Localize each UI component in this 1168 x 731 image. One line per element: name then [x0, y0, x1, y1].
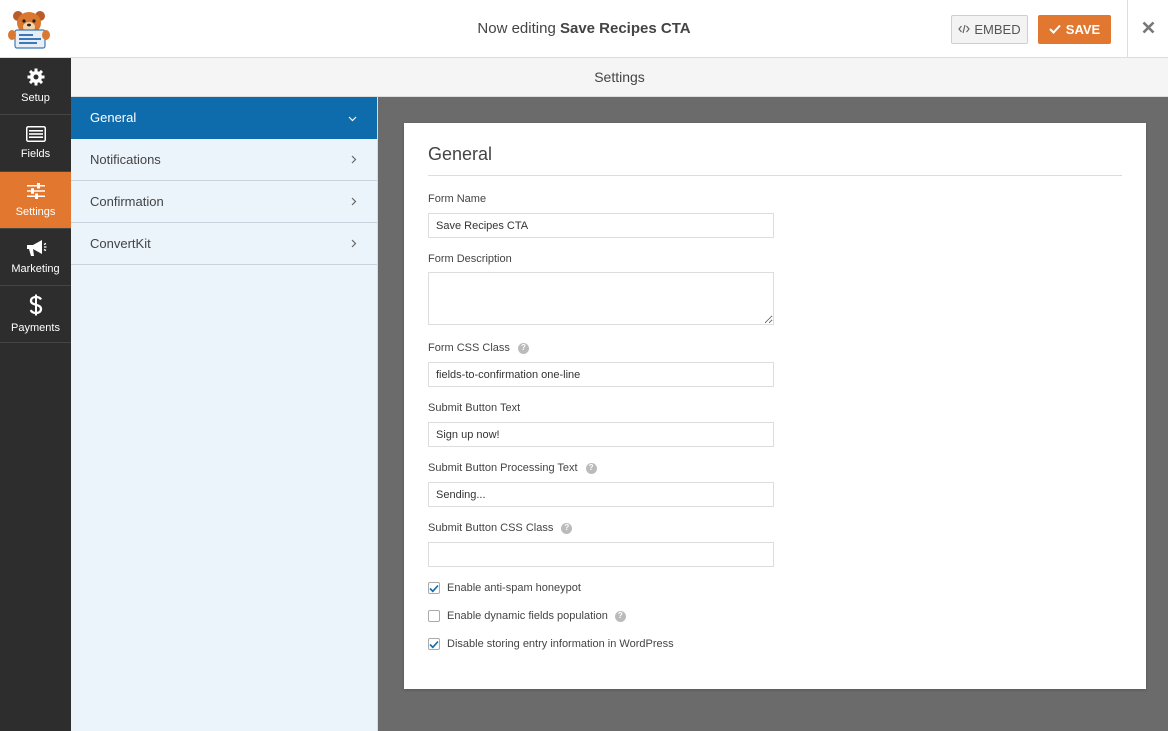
nav-item-fields[interactable]: Fields	[0, 115, 71, 172]
sliders-icon	[26, 182, 46, 200]
left-nav: Setup Fields Settings Marketing Payments	[0, 58, 71, 731]
chevron-right-icon	[351, 194, 357, 209]
form-name-input[interactable]	[428, 213, 774, 238]
nav-item-payments[interactable]: Payments	[0, 286, 71, 343]
dollar-icon	[29, 294, 43, 316]
honeypot-label: Enable anti-spam honeypot	[447, 582, 581, 594]
submit-button-text-input[interactable]	[428, 422, 774, 447]
panel-divider	[428, 175, 1122, 176]
subnav-item-confirmation[interactable]: Confirmation	[71, 181, 377, 223]
form-description-label-text: Form Description	[428, 253, 512, 265]
subnav-label-notifications: Notifications	[90, 152, 161, 167]
megaphone-icon	[25, 239, 47, 257]
form-css-class-input[interactable]	[428, 362, 774, 387]
settings-subnav: General Notifications Confirmation Conve…	[71, 97, 378, 731]
honeypot-option[interactable]: Enable anti-spam honeypot	[428, 582, 581, 594]
chevron-right-icon	[351, 236, 357, 251]
top-bar: Now editing Save Recipes CTA EMBED SAVE	[0, 0, 1168, 58]
form-name-label-text: Form Name	[428, 193, 487, 205]
nav-label-marketing: Marketing	[11, 263, 60, 275]
close-button[interactable]	[1127, 0, 1168, 58]
submit-css-class-label: Submit Button CSS Class ?	[428, 522, 573, 534]
embed-label: EMBED	[974, 22, 1021, 37]
settings-header: Settings	[71, 58, 1168, 97]
content-area: General Form Name Form Description Form …	[378, 97, 1168, 731]
submit-button-text-label-text: Submit Button Text	[428, 402, 521, 414]
help-icon[interactable]: ?	[561, 522, 573, 534]
subnav-item-notifications[interactable]: Notifications	[71, 139, 377, 181]
form-description-textarea[interactable]	[428, 272, 774, 325]
panel-title: General	[428, 144, 493, 164]
general-settings-panel: General Form Name Form Description Form …	[404, 123, 1146, 689]
submit-css-class-input[interactable]	[428, 542, 774, 567]
help-icon[interactable]: ?	[614, 610, 626, 622]
subnav-label-confirmation: Confirmation	[90, 194, 164, 209]
dynamic-fields-checkbox[interactable]	[428, 610, 440, 622]
submit-processing-text-label: Submit Button Processing Text ?	[428, 462, 597, 474]
form-name-title: Save Recipes CTA	[559, 20, 691, 37]
form-description-label: Form Description	[428, 253, 512, 265]
disable-storing-option[interactable]: Disable storing entry information in Wor…	[428, 638, 674, 650]
dynamic-fields-label: Enable dynamic fields population	[447, 610, 608, 622]
gear-icon	[27, 68, 45, 86]
nav-label-setup: Setup	[21, 92, 50, 104]
code-icon	[958, 22, 971, 37]
nav-item-marketing[interactable]: Marketing	[0, 229, 71, 286]
form-name-label: Form Name	[428, 193, 486, 205]
disable-storing-label: Disable storing entry information in Wor…	[447, 638, 674, 650]
help-icon[interactable]: ?	[517, 342, 529, 354]
disable-storing-checkbox[interactable]	[428, 638, 440, 650]
form-css-class-label: Form CSS Class ?	[428, 342, 529, 354]
nav-label-fields: Fields	[20, 148, 51, 160]
subnav-item-general[interactable]: General	[71, 97, 377, 139]
close-icon	[1142, 21, 1155, 37]
nav-item-setup[interactable]: Setup	[0, 58, 71, 115]
form-css-class-label-text: Form CSS Class	[428, 342, 510, 354]
submit-button-text-label: Submit Button Text	[428, 402, 520, 414]
checkmark-icon	[1049, 22, 1061, 37]
nav-label-payments: Payments	[11, 322, 60, 334]
subnav-item-convertkit[interactable]: ConvertKit	[71, 223, 377, 265]
nav-label-settings: Settings	[15, 206, 56, 218]
subnav-label-general: General	[90, 110, 137, 125]
help-icon[interactable]: ?	[585, 462, 597, 474]
nav-item-settings[interactable]: Settings	[0, 172, 71, 229]
save-button[interactable]: SAVE	[1038, 15, 1111, 44]
subnav-label-convertkit: ConvertKit	[90, 236, 151, 251]
honeypot-checkbox[interactable]	[428, 582, 440, 594]
submit-processing-text-label-text: Submit Button Processing Text	[428, 462, 578, 474]
embed-button[interactable]: EMBED	[951, 15, 1028, 44]
title-prefix: Now editing	[477, 20, 556, 37]
chevron-right-icon	[351, 152, 357, 167]
save-label: SAVE	[1065, 22, 1101, 37]
list-icon	[25, 126, 46, 142]
chevron-down-icon	[348, 110, 357, 125]
submit-processing-text-input[interactable]	[428, 482, 774, 507]
submit-css-class-label-text: Submit Button CSS Class	[428, 522, 554, 534]
dynamic-fields-option[interactable]: Enable dynamic fields population ?	[428, 610, 626, 622]
